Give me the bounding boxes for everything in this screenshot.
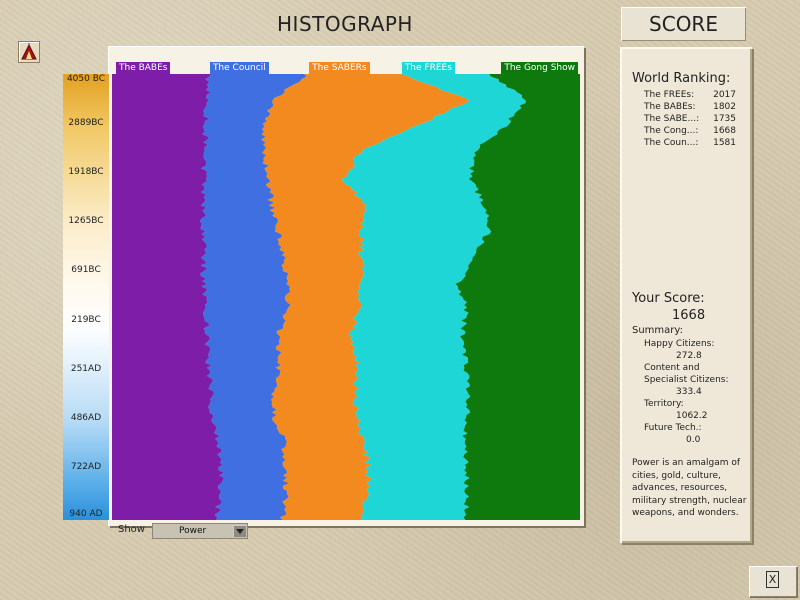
legend-entry: The FREEs	[401, 62, 455, 74]
ranking-score: 1581	[713, 138, 736, 148]
scale-tick-label: 691BC	[71, 265, 101, 275]
world-ranking-title: World Ranking:	[632, 71, 731, 86]
show-label: Show	[118, 524, 145, 535]
ranking-score: 1802	[713, 102, 736, 112]
scale-tick-label: 2889BC	[68, 118, 104, 128]
chart-legend: The BABEs The Council The SABERs The FREEs T…	[112, 62, 580, 74]
chevron-down-icon[interactable]	[233, 525, 246, 537]
ranking-name: The FREEs:	[644, 90, 695, 100]
close-icon: X	[766, 571, 779, 588]
content-value: 333.4	[676, 387, 702, 397]
advisor-button[interactable]	[18, 41, 40, 63]
future-tech-value: 0.0	[686, 435, 701, 445]
histograph-title: HISTOGRAPH	[277, 12, 413, 36]
show-dropdown-value: Power	[179, 526, 207, 536]
scale-tick-label: 486AD	[70, 413, 102, 423]
scale-tick-label: 722AD	[70, 462, 102, 472]
score-title: SCORE	[621, 7, 746, 41]
legend-entry: The SABERs	[309, 62, 370, 74]
show-dropdown[interactable]: Power	[152, 523, 248, 539]
ranking-score: 1668	[713, 126, 736, 136]
content-label-2: Specialist Citizens:	[644, 375, 729, 385]
scale-tick-label: 1265BC	[68, 216, 104, 226]
histograph-chart	[112, 74, 580, 520]
happy-citizens-label: Happy Citizens:	[644, 339, 715, 349]
legend-entry: The Gong Show	[501, 62, 578, 74]
ranking-name: The BABEs:	[644, 102, 696, 112]
legend-entry: The BABEs	[116, 62, 171, 74]
ranking-score: 2017	[713, 90, 736, 100]
territory-value: 1062.2	[676, 411, 708, 421]
scale-tick-label: 219BC	[71, 315, 101, 325]
your-score-label: Your Score:	[632, 291, 705, 306]
timeline-scale: 4050 BC 2889BC 1918BC 1265BC 691BC 219BC 251AD…	[63, 74, 109, 520]
ranking-name: The SABE...:	[644, 114, 700, 124]
summary-label: Summary:	[632, 325, 683, 336]
scale-tick-label: 1918BC	[68, 167, 104, 177]
future-tech-label: Future Tech.:	[644, 423, 702, 433]
territory-label: Territory:	[644, 399, 684, 409]
scale-tick-label: 4050 BC	[66, 74, 106, 84]
score-panel: World Ranking: The FREEs: 2017 The BABEs: 1…	[620, 47, 752, 543]
happy-citizens-value: 272.8	[676, 351, 702, 361]
legend-entry: The Council	[209, 62, 269, 74]
ranking-name: The Coun...:	[644, 138, 699, 148]
scale-tick-label: 251AD	[70, 364, 102, 374]
ranking-name: The Cong...:	[644, 126, 699, 136]
advisor-tent-icon	[21, 43, 37, 60]
content-label-1: Content and	[644, 363, 700, 373]
your-score-value: 1668	[672, 308, 706, 323]
close-button[interactable]: X	[749, 566, 797, 597]
power-description: Power is an amalgam of cities, gold, cul…	[632, 458, 747, 519]
scale-tick-label: 940 AD	[69, 509, 103, 519]
ranking-score: 1735	[713, 114, 736, 124]
